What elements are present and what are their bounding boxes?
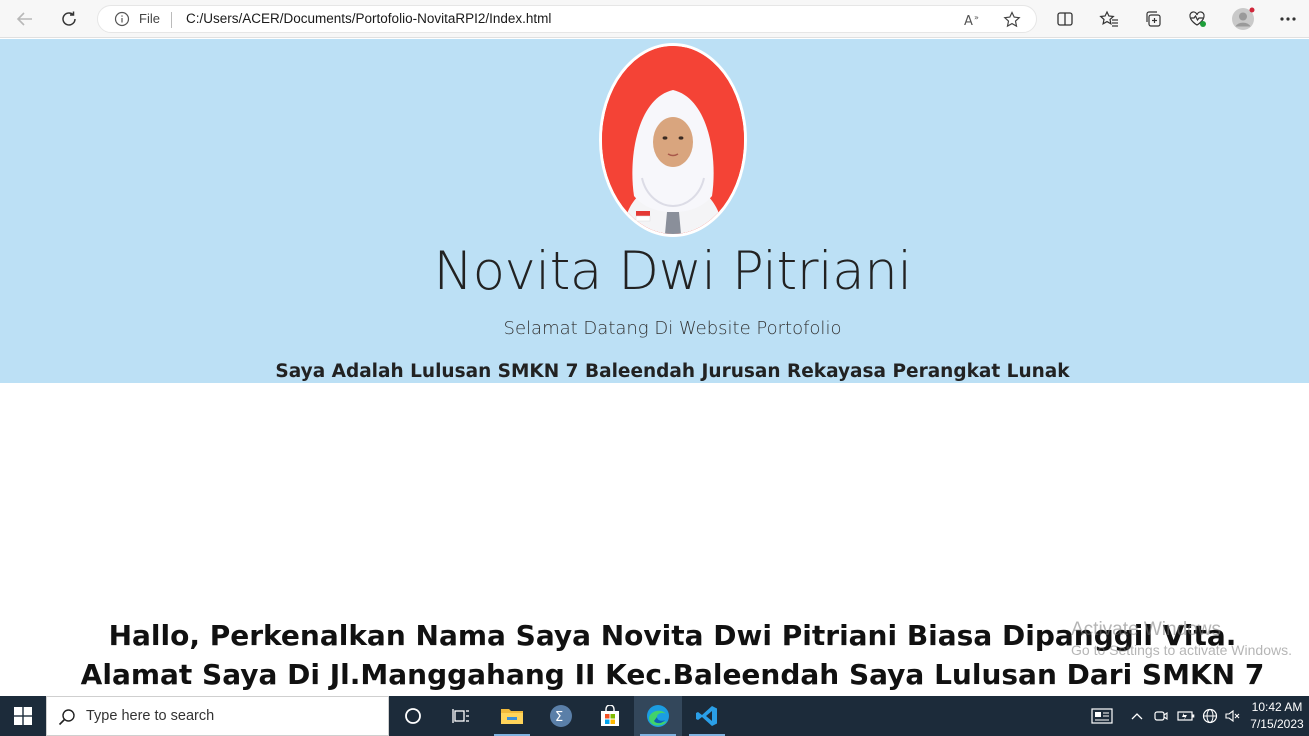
hero-graduate-text: Saya Adalah Lulusan SMKN 7 Baleendah Jur… xyxy=(275,361,1070,382)
split-screen-icon[interactable] xyxy=(1051,6,1079,32)
cortana-icon[interactable] xyxy=(389,696,437,736)
browser-essentials-icon[interactable] xyxy=(1183,6,1211,32)
network-globe-icon[interactable] xyxy=(1199,696,1221,736)
show-hidden-icons-chevron-icon[interactable] xyxy=(1128,696,1146,736)
vscode-icon[interactable] xyxy=(683,696,731,736)
collections-icon[interactable] xyxy=(1139,6,1167,32)
edge-icon[interactable] xyxy=(634,696,682,736)
watermark-subtitle: Go to Settings to activate Windows. xyxy=(1071,642,1292,658)
more-icon[interactable] xyxy=(1274,6,1302,32)
address-bar[interactable]: File C:/Users/ACER/Documents/Portofolio-… xyxy=(97,5,1037,33)
favorite-star-icon[interactable] xyxy=(1002,10,1024,30)
svg-text:Σ: Σ xyxy=(555,710,563,725)
watermark-title: Activate Windows xyxy=(1071,619,1221,640)
profile-photo xyxy=(599,43,747,237)
read-aloud-icon[interactable]: A» xyxy=(962,10,984,30)
search-placeholder: Type here to search xyxy=(86,708,215,724)
hero-section: Novita Dwi Pitriani Selamat Datang Di We… xyxy=(0,39,1309,383)
address-prefix: File xyxy=(139,11,160,26)
search-icon xyxy=(58,708,76,726)
intro-line-2: Alamat Saya Di Jl.Manggahang II Kec.Bale… xyxy=(80,658,1265,691)
svg-text:A: A xyxy=(964,14,973,29)
refresh-icon[interactable] xyxy=(55,6,83,32)
taskbar-clock[interactable]: 10:42 AM 7/15/2023 xyxy=(1246,699,1308,733)
browser-toolbar: File C:/Users/ACER/Documents/Portofolio-… xyxy=(0,0,1309,38)
volume-muted-icon[interactable] xyxy=(1222,696,1244,736)
windows-taskbar: Type here to search Σ 10:42 AM 7/15/2023 xyxy=(0,696,1309,736)
hero-name: Novita Dwi Pitriani xyxy=(433,241,912,302)
meet-now-icon[interactable] xyxy=(1152,696,1170,736)
address-separator xyxy=(171,12,172,28)
task-view-icon[interactable] xyxy=(437,696,485,736)
clock-time: 10:42 AM xyxy=(1251,700,1303,714)
taskbar-search-box[interactable]: Type here to search xyxy=(46,696,389,736)
url-text[interactable]: C:/Users/ACER/Documents/Portofolio-Novit… xyxy=(186,11,551,26)
clock-date: 7/15/2023 xyxy=(1250,717,1304,731)
hero-welcome: Selamat Datang Di Website Portofolio xyxy=(503,318,842,339)
news-widget-icon[interactable] xyxy=(1086,696,1118,736)
activate-windows-watermark: Activate Windows Go to Settings to activ… xyxy=(1071,619,1292,658)
info-icon[interactable] xyxy=(114,11,130,27)
battery-icon[interactable] xyxy=(1175,696,1197,736)
file-explorer-icon[interactable] xyxy=(488,696,536,736)
microsoft-store-icon[interactable] xyxy=(586,696,634,736)
back-icon[interactable] xyxy=(11,6,39,32)
svg-text:»: » xyxy=(974,13,979,22)
favorites-icon[interactable] xyxy=(1095,6,1123,32)
wolfram-icon[interactable]: Σ xyxy=(537,696,585,736)
windows-start-icon[interactable] xyxy=(0,696,46,736)
profile-avatar[interactable] xyxy=(1229,6,1257,32)
web-page: Novita Dwi Pitriani Selamat Datang Di We… xyxy=(0,39,1309,695)
